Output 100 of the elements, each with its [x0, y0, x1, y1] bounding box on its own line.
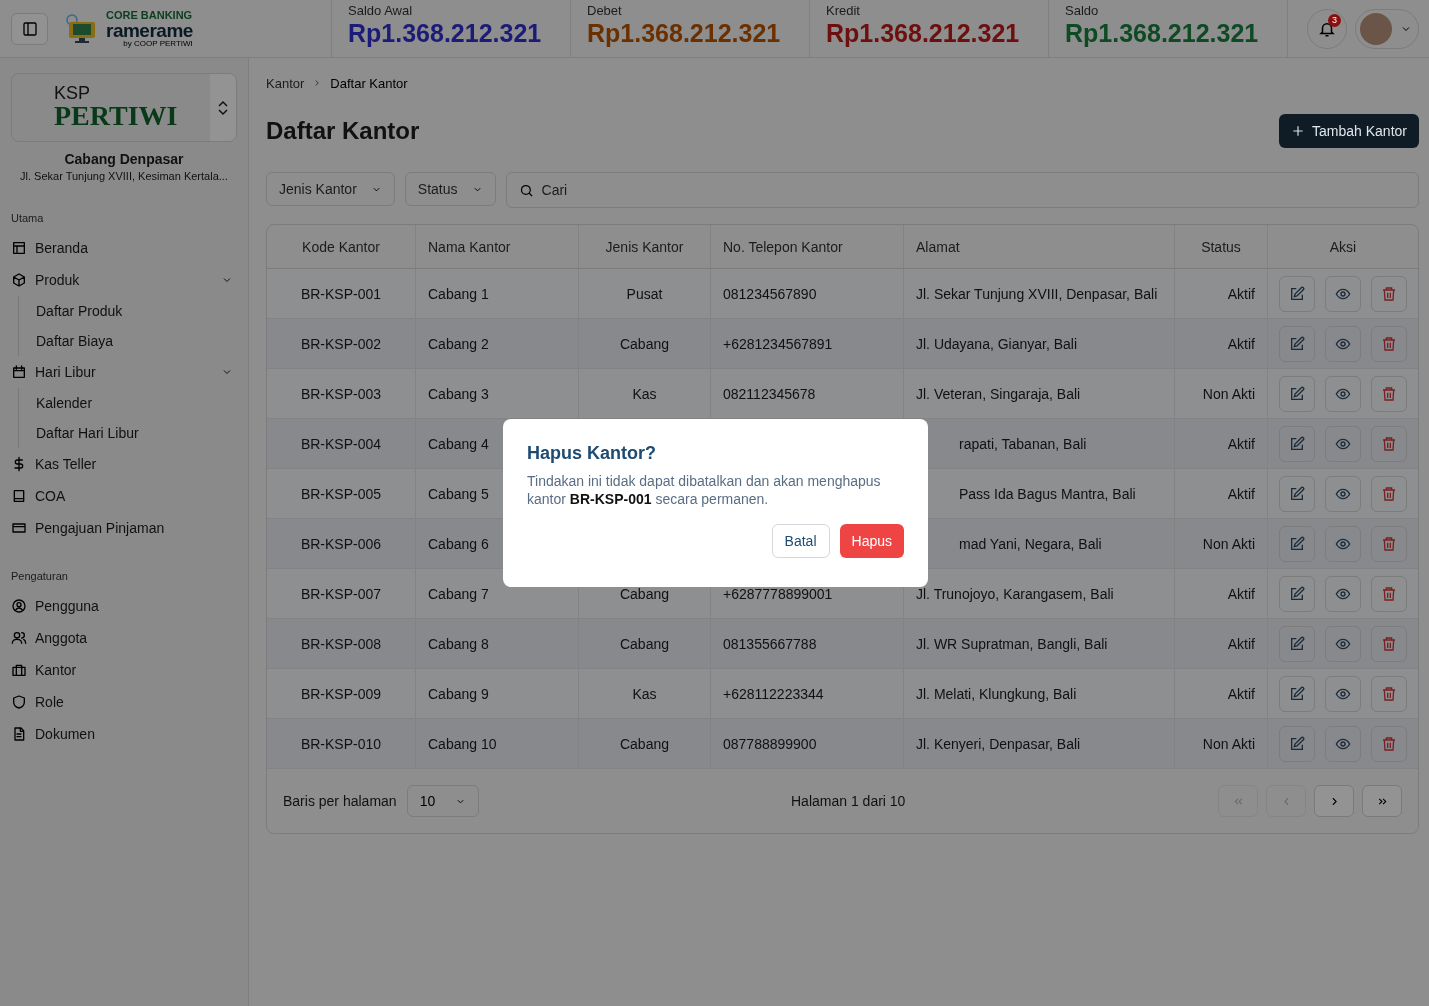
nav-item[interactable]: Beranda	[11, 232, 237, 264]
users-icon	[11, 630, 27, 646]
edit-icon	[1289, 735, 1305, 752]
view-button[interactable]	[1325, 575, 1361, 612]
breadcrumb-item: Daftar Kantor	[330, 75, 408, 91]
nav-item[interactable]: Role	[11, 686, 237, 718]
column-header: Alamat	[903, 225, 1175, 269]
nav-item[interactable]: Dokumen	[11, 718, 237, 750]
nav-subitem[interactable]: Daftar Hari Libur	[36, 418, 237, 448]
table-cell: Pass Ida Bagus Mantra, Bali	[959, 485, 1136, 502]
delete-confirm-button[interactable]: Hapus	[839, 524, 904, 558]
view-button[interactable]	[1325, 675, 1361, 712]
view-button[interactable]	[1325, 525, 1361, 562]
trash-icon	[1381, 735, 1397, 752]
filter-dropdown[interactable]: Jenis Kantor	[266, 172, 395, 206]
edit-button[interactable]	[1279, 625, 1315, 662]
edit-icon	[1289, 435, 1305, 452]
view-button[interactable]	[1325, 325, 1361, 362]
delete-button[interactable]	[1371, 375, 1407, 412]
column-header: Kode Kantor	[267, 225, 416, 269]
stat-value: Rp1.368.212.321	[826, 18, 1021, 48]
table-cell: BR-KSP-009	[267, 668, 416, 719]
edit-button[interactable]	[1279, 425, 1315, 462]
user-icon	[11, 598, 27, 614]
nav-item[interactable]: Kas Teller	[11, 448, 237, 480]
section-heading: Pengaturan	[11, 570, 69, 582]
search-field[interactable]: Cari	[505, 172, 1419, 208]
table-cell: BR-KSP-006	[267, 518, 416, 569]
nav-subitem[interactable]: Kalender	[36, 388, 237, 418]
view-button[interactable]	[1325, 425, 1361, 462]
breadcrumb-item[interactable]: Kantor	[266, 75, 305, 91]
filter-dropdown[interactable]: Status	[404, 172, 496, 206]
edit-button[interactable]	[1279, 725, 1315, 762]
view-button[interactable]	[1325, 275, 1361, 312]
delete-button[interactable]	[1371, 475, 1407, 512]
shield-icon	[11, 694, 27, 710]
table-cell: mad Yani, Negara, Bali	[959, 535, 1102, 552]
logo-prefix: KSP	[54, 84, 92, 102]
logo-name: ramerame	[106, 20, 193, 40]
nav-item[interactable]: Kantor	[11, 654, 237, 686]
nav-subitem[interactable]: Daftar Biaya	[36, 326, 237, 356]
calendar-icon	[11, 364, 27, 380]
edit-button[interactable]	[1279, 575, 1315, 612]
profile-menu-button[interactable]	[1355, 8, 1419, 49]
view-button[interactable]	[1325, 625, 1361, 662]
delete-button[interactable]	[1371, 725, 1407, 762]
delete-button[interactable]	[1371, 275, 1407, 312]
table-cell: BR-KSP-004	[267, 418, 416, 469]
table-cell: 081355667788	[723, 635, 817, 652]
table-cell: Jl. Veteran, Singaraja, Bali	[916, 385, 1081, 402]
table-cell: Cabang 10	[415, 718, 579, 769]
nav-item[interactable]: Pengajuan Pinjaman	[11, 512, 237, 544]
nav-item[interactable]: Pengguna	[11, 590, 237, 622]
delete-button[interactable]	[1371, 425, 1407, 462]
organization-switcher[interactable]: KSP PERTIWI	[11, 73, 237, 142]
notification-button[interactable]: 3	[1307, 8, 1347, 49]
add-office-button[interactable]: Tambah Kantor	[1279, 114, 1419, 148]
edit-icon	[1289, 335, 1305, 352]
nav-item[interactable]: Produk	[11, 264, 237, 296]
edit-button[interactable]	[1279, 675, 1315, 712]
delete-button[interactable]	[1371, 625, 1407, 662]
edit-button[interactable]	[1279, 275, 1315, 312]
monitor-logo-icon	[64, 13, 98, 44]
table-cell: 087788899900	[723, 735, 817, 752]
trash-icon	[1381, 285, 1397, 302]
rows-per-page-select[interactable]: 10	[406, 785, 479, 817]
nav-item[interactable]: Hari Libur	[11, 356, 237, 388]
edit-button[interactable]	[1279, 325, 1315, 362]
book-icon	[11, 488, 27, 504]
nav-subitem[interactable]: Daftar Produk	[36, 296, 237, 326]
delete-button[interactable]	[1371, 525, 1407, 562]
table-cell: Cabang	[619, 335, 669, 352]
table-cell-text: Aktif	[1227, 435, 1256, 452]
view-button[interactable]	[1325, 475, 1361, 512]
edit-button[interactable]	[1279, 525, 1315, 562]
sidebar-toggle-button[interactable]	[11, 12, 48, 45]
logo-wordmark: PERTIWI	[54, 102, 179, 130]
search-input[interactable]: Cari	[539, 181, 1406, 199]
view-button[interactable]	[1325, 375, 1361, 412]
table-cell: +628112223344	[723, 685, 824, 702]
edit-button[interactable]	[1279, 375, 1315, 412]
table-cell: Jl. Melati, Klungkung, Bali	[916, 685, 1077, 702]
edit-icon	[1289, 485, 1305, 502]
trash-icon	[1381, 585, 1397, 602]
edit-button[interactable]	[1279, 475, 1315, 512]
edit-icon	[1289, 685, 1305, 702]
table-cell: +6281234567891	[723, 335, 833, 352]
rows-per-page-label: Baris per halaman	[283, 793, 397, 809]
delete-button[interactable]	[1371, 575, 1407, 612]
table-cell: Pusat	[626, 285, 663, 302]
column-header: Nama Kantor	[415, 225, 579, 269]
cancel-button[interactable]: Batal	[771, 524, 830, 558]
page-indicator: Halaman 1 dari 10	[790, 793, 907, 809]
column-header: No. Telepon Kantor	[710, 225, 904, 269]
delete-button[interactable]	[1371, 325, 1407, 362]
nav-item[interactable]: COA	[11, 480, 237, 512]
view-button[interactable]	[1325, 725, 1361, 762]
delete-button[interactable]	[1371, 675, 1407, 712]
branch-name: Cabang Denpasar	[63, 151, 185, 167]
nav-item[interactable]: Anggota	[11, 622, 237, 654]
